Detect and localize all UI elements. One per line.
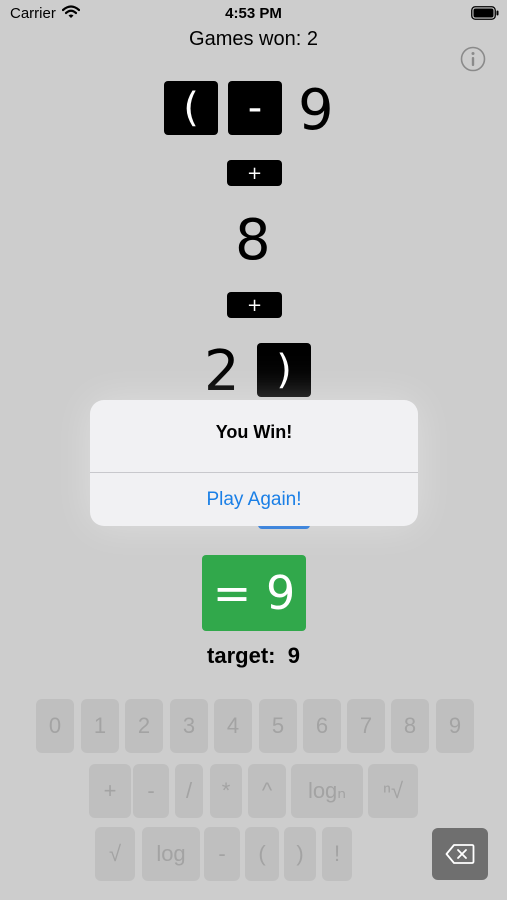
key-minus[interactable]: - [133, 764, 169, 818]
key-negate[interactable]: - [204, 827, 240, 881]
key-sqrt[interactable]: √ [95, 827, 135, 881]
key-nth-root[interactable]: ⁿ√ [368, 764, 418, 818]
key-digit-4[interactable]: 4 [214, 699, 252, 753]
key-digit-7[interactable]: 7 [347, 699, 385, 753]
key-log[interactable]: log [142, 827, 200, 881]
key-digit-9[interactable]: 9 [436, 699, 474, 753]
key-digit-6[interactable]: 6 [303, 699, 341, 753]
close-paren-label: ) [276, 347, 292, 393]
key-digit-8[interactable]: 8 [391, 699, 429, 753]
target-value: 9 [287, 643, 300, 668]
key-digit-1[interactable]: 1 [81, 699, 119, 753]
clock: 4:53 PM [225, 5, 282, 22]
backspace-icon [445, 844, 475, 864]
number-8: 8 [235, 208, 271, 273]
key-log-n[interactable]: logₙ [291, 764, 363, 818]
key-factorial[interactable]: ! [322, 827, 352, 881]
games-won-counter: Games won: 2 [189, 28, 318, 50]
result-badge: = 9 [202, 555, 306, 631]
key-digit-0[interactable]: 0 [36, 699, 74, 753]
number-9: 9 [298, 78, 334, 143]
key-digit-2[interactable]: 2 [125, 699, 163, 753]
battery-icon [471, 6, 499, 20]
target-label: target: [207, 643, 276, 668]
delete-key[interactable] [432, 828, 488, 880]
open-paren-label: ( [183, 85, 199, 131]
number-2: 2 [204, 339, 240, 404]
plus-label-2: + [246, 294, 263, 316]
info-icon[interactable] [460, 46, 486, 72]
target-display: target: 9 [0, 643, 507, 669]
plus-label-1: + [246, 162, 263, 184]
status-bar: Carrier 4:53 PM [0, 0, 507, 28]
key-digit-3[interactable]: 3 [170, 699, 208, 753]
minus-label: - [247, 85, 263, 131]
alert-title: You Win! [215, 422, 293, 442]
key-plus[interactable]: + [89, 764, 131, 818]
key-open-paren[interactable]: ( [245, 827, 279, 881]
close-paren-tile[interactable]: ) [257, 343, 311, 397]
key-close-paren[interactable]: ) [284, 827, 316, 881]
key-digit-5[interactable]: 5 [259, 699, 297, 753]
plus-operator-1[interactable]: + [227, 160, 282, 186]
open-paren-tile[interactable]: ( [164, 81, 218, 135]
minus-tile[interactable]: - [228, 81, 282, 135]
win-alert: You Win! Play Again! [90, 400, 418, 526]
key-divide[interactable]: / [175, 764, 203, 818]
key-power[interactable]: ^ [248, 764, 286, 818]
plus-operator-2[interactable]: + [227, 292, 282, 318]
key-multiply[interactable]: * [210, 764, 242, 818]
play-again-button[interactable]: Play Again! [90, 473, 418, 526]
